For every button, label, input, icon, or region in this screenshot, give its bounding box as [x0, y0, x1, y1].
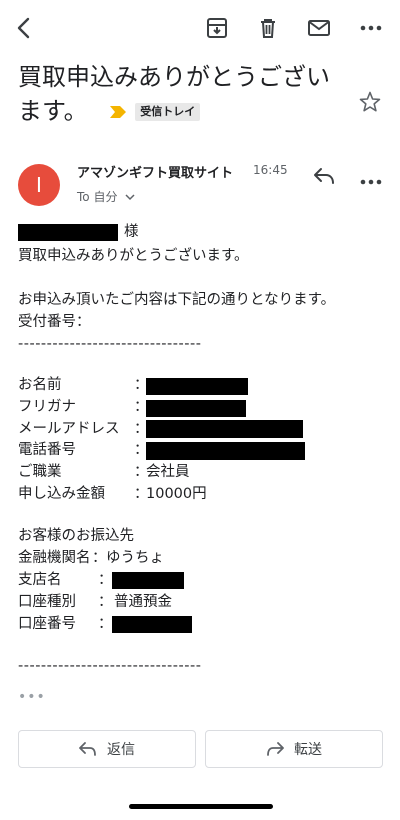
sender-name[interactable]: アマゾンギフト買取サイト — [77, 162, 233, 181]
inbox-label[interactable]: 受信トレイ — [109, 103, 201, 121]
message-more-icon[interactable] — [360, 170, 384, 185]
field-value: 10000円 — [146, 486, 207, 502]
field-label: 電話番号 — [18, 442, 76, 458]
bank-label: 支店名 — [18, 572, 62, 588]
honorific: 様 — [124, 224, 139, 240]
reply-button[interactable]: 返信 — [18, 730, 196, 768]
bank-label: 金融機関名 — [18, 550, 91, 566]
intro-line: お申込み頂いたご内容は下記の通りとなります。 — [18, 292, 336, 308]
home-indicator[interactable] — [129, 804, 273, 809]
redacted-value — [146, 420, 303, 438]
trimmed-content-toggle[interactable]: ••• — [18, 689, 46, 705]
chevron-down-icon — [125, 194, 135, 201]
field-value: 会社員 — [146, 464, 190, 480]
bank-colon: ： — [92, 550, 107, 566]
redacted-value — [112, 616, 192, 633]
archive-icon[interactable] — [203, 14, 231, 42]
bank-colon: ： — [98, 572, 113, 588]
redacted-name — [18, 224, 118, 241]
top-toolbar — [0, 0, 400, 56]
mail-icon[interactable] — [305, 14, 333, 42]
redacted-value — [146, 378, 248, 395]
label-chip: 受信トレイ — [135, 103, 201, 121]
redacted-value — [146, 400, 246, 417]
star-icon[interactable] — [358, 90, 384, 116]
sender-avatar[interactable]: I — [18, 164, 60, 206]
bank-value: 普通預金 — [114, 594, 172, 610]
trash-icon[interactable] — [254, 14, 282, 42]
forward-label: 転送 — [294, 742, 322, 758]
reply-icon — [79, 742, 96, 756]
separator: -------------------------------- — [18, 658, 202, 674]
more-horizontal-icon[interactable] — [357, 14, 385, 42]
redacted-value — [146, 442, 305, 460]
thanks-line: 買取申込みありがとうございます。 — [18, 248, 249, 264]
field-label: フリガナ — [18, 399, 76, 415]
field-label: 申し込み金額 — [18, 486, 105, 502]
email-time: 16:45 — [253, 163, 288, 177]
email-subject: 買取申込みありがとうございます。 受信トレイ — [18, 60, 348, 128]
reply-label: 返信 — [107, 742, 135, 758]
forward-icon — [267, 742, 284, 756]
field-label: ご職業 — [18, 464, 62, 480]
recipient-text: To 自分 — [77, 190, 118, 204]
back-arrow-icon[interactable] — [10, 14, 38, 42]
bank-value: ゆうちょ — [106, 550, 164, 566]
bank-heading: お客様のお振込先 — [18, 528, 134, 544]
importance-marker-icon — [110, 106, 127, 118]
bank-label: 口座番号 — [18, 616, 76, 632]
field-label: お名前 — [18, 377, 62, 393]
forward-button[interactable]: 転送 — [205, 730, 383, 768]
receipt-label: 受付番号： — [18, 314, 91, 330]
separator: -------------------------------- — [18, 336, 202, 352]
recipient-line[interactable]: To 自分 — [77, 188, 135, 205]
redacted-value — [112, 572, 184, 589]
bank-colon: ： — [98, 594, 113, 610]
bank-label: 口座種別 — [18, 594, 76, 610]
reply-icon[interactable] — [312, 166, 338, 188]
bank-colon: ： — [98, 616, 113, 632]
field-label: メールアドレス — [18, 421, 120, 437]
